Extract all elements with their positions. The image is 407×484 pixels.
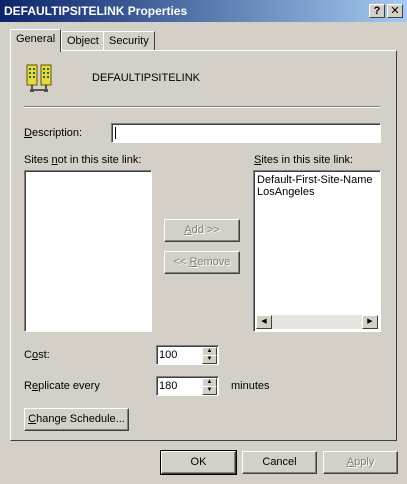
cost-value: 100 [159,349,178,361]
site-link-icon [26,64,52,92]
list-item[interactable]: Default-First-Site-Name [257,174,373,186]
scroll-left-icon[interactable]: ◀ [256,315,272,329]
text-caret [115,127,116,139]
header-separator [24,106,380,108]
cost-label: Cost: [24,349,50,361]
spin-down-icon[interactable]: ▼ [202,355,217,364]
tab-security-label: Security [109,35,149,47]
help-button[interactable]: ? [369,4,385,18]
sites-not-in-label: Sites not in this site link: [24,154,142,166]
description-label: Description: [24,127,83,139]
remove-button[interactable]: << Remove [164,251,240,274]
sites-in-list[interactable]: Default-First-Site-Name LosAngeles ◀ ▶ [253,170,381,332]
tab-object[interactable]: Object [61,31,105,51]
cancel-button[interactable]: Cancel [242,451,317,474]
horizontal-scrollbar[interactable]: ◀ ▶ [256,315,378,329]
close-icon: ✕ [390,5,400,17]
replicate-value: 180 [159,380,178,392]
sites-not-in-list[interactable] [24,170,152,332]
description-input[interactable] [111,123,381,143]
add-button[interactable]: Add >> [164,219,240,242]
sites-in-label: Sites in this site link: [254,154,354,166]
window-title: DEFAULTIPSITELINK Properties [4,4,188,18]
list-item[interactable]: LosAngeles [257,186,315,198]
scroll-right-icon[interactable]: ▶ [362,315,378,329]
change-schedule-button[interactable]: Change Schedule... [24,408,129,431]
tab-general-label: General [16,33,56,45]
cost-stepper[interactable]: 100 ▲ ▼ [156,345,219,365]
replicate-label: Replicate every [24,380,100,392]
replicate-unit: minutes [231,380,270,392]
apply-button[interactable]: Apply [323,451,398,474]
spin-down-icon[interactable]: ▼ [202,386,217,395]
active-tab-joint [11,50,60,52]
ok-button[interactable]: OK [160,450,237,475]
site-link-name: DEFAULTIPSITELINK [92,72,200,84]
close-button[interactable]: ✕ [387,4,403,18]
replicate-stepper[interactable]: 180 ▲ ▼ [156,376,219,396]
tab-general[interactable]: General [10,29,62,52]
tab-security[interactable]: Security [103,31,155,51]
tab-object-label: Object [67,35,99,47]
